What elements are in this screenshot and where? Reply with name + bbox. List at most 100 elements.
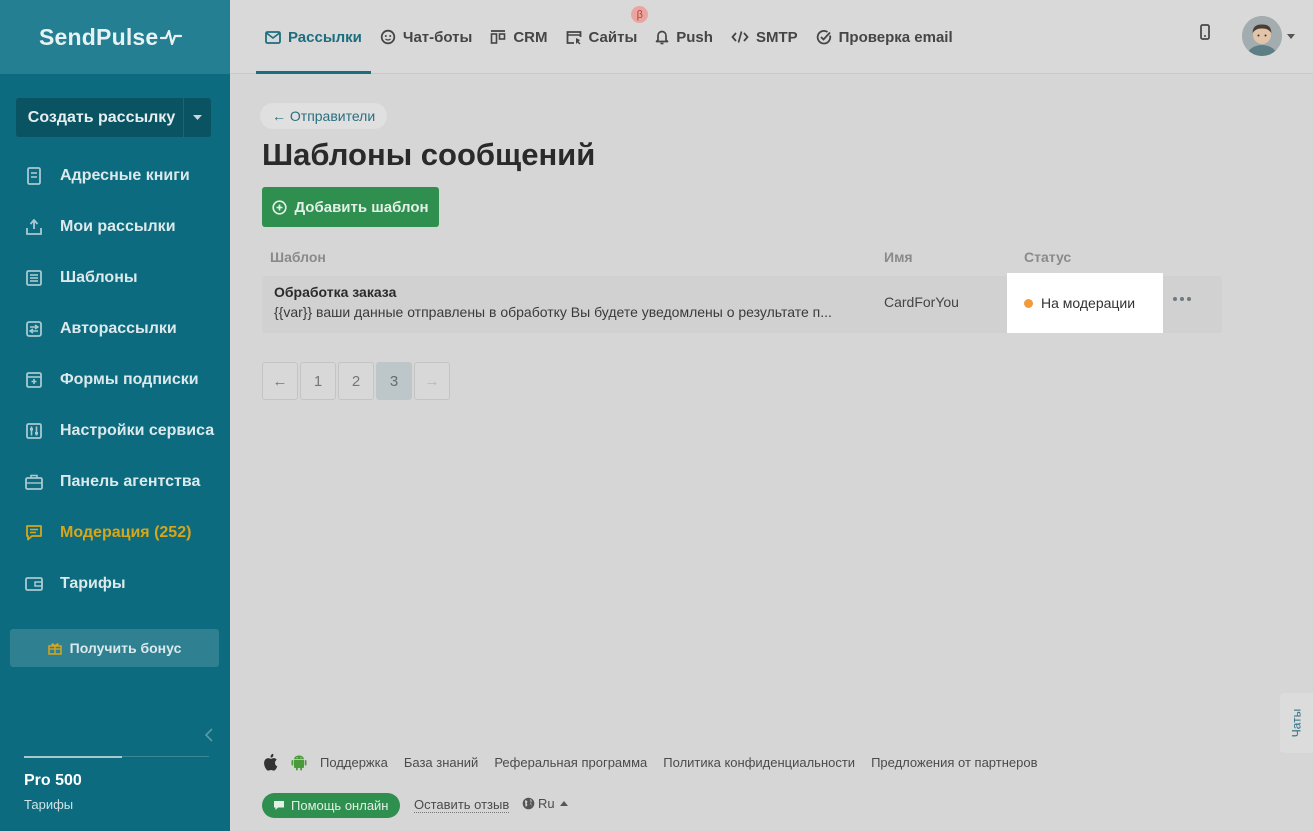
sendpulse-logo[interactable]: SendPulse — [39, 23, 183, 51]
collapse-sidebar-icon[interactable] — [204, 728, 213, 747]
leave-feedback-link[interactable]: Оставить отзыв — [414, 797, 510, 813]
tab-campaigns[interactable]: Рассылки — [256, 0, 371, 74]
tab-crm[interactable]: CRM — [481, 0, 556, 74]
account-menu-caret-icon[interactable] — [1287, 34, 1295, 39]
tab-chatbots[interactable]: Чат-боты — [371, 0, 481, 74]
sidebar-item-campaigns[interactable]: Мои рассылки — [0, 201, 230, 252]
product-tabs: Рассылки Чат-боты CRM Сайты β Push SMTP … — [256, 0, 962, 74]
template-sender-name: CardForYou — [884, 294, 959, 310]
sidebar-item-settings[interactable]: Настройки сервиса — [0, 405, 230, 456]
sidebar-item-label: Тарифы — [60, 574, 126, 592]
add-template-label: Добавить шаблон — [294, 198, 429, 216]
tab-label: Чат-боты — [402, 28, 473, 46]
pagination-prev-button[interactable]: ← — [262, 362, 298, 400]
create-campaign-button[interactable]: Создать рассылку — [16, 98, 211, 137]
get-bonus-button[interactable]: Получить бонус — [10, 629, 219, 667]
logo-area: SendPulse — [0, 0, 230, 74]
chevron-down-icon[interactable] — [183, 98, 211, 137]
chatbot-icon — [380, 29, 396, 45]
add-template-button[interactable]: Добавить шаблон — [262, 187, 439, 227]
sidebar-item-forms[interactable]: Формы подписки — [0, 354, 230, 405]
sidebar-item-address-books[interactable]: Адресные книги — [0, 150, 230, 201]
tab-sites[interactable]: Сайты β — [557, 0, 649, 74]
top-navigation-bar: Рассылки Чат-боты CRM Сайты β Push SMTP … — [230, 0, 1313, 74]
globe-icon — [522, 797, 535, 810]
sidebar-item-label: Настройки сервиса — [60, 421, 215, 439]
pulse-icon — [160, 29, 183, 46]
language-label: Ru — [538, 796, 555, 811]
user-avatar-icon — [1242, 16, 1282, 56]
pagination-next-button[interactable]: → — [414, 362, 450, 400]
pagination-page-1[interactable]: 1 — [300, 362, 336, 400]
chats-label: Чаты — [1289, 708, 1304, 738]
pagination-page-3[interactable]: 3 — [376, 362, 412, 400]
status-dot — [1024, 298, 1033, 308]
sidebar-item-label: Мои рассылки — [60, 217, 176, 235]
create-campaign-label: Создать рассылку — [27, 108, 176, 126]
check-circle-icon — [816, 30, 831, 45]
tab-email-verification[interactable]: Проверка email — [807, 0, 962, 74]
column-header-template: Шаблон — [270, 249, 326, 265]
footer-link-privacy[interactable]: Политика конфиденциальности — [663, 755, 855, 770]
template-title: Обработка заказа — [274, 284, 397, 300]
back-to-senders-link[interactable]: ← Отправители — [260, 103, 388, 129]
avatar[interactable] — [1242, 16, 1282, 56]
language-selector[interactable]: Ru — [522, 796, 568, 811]
sidebar-item-templates[interactable]: Шаблоны — [0, 252, 230, 303]
crm-icon — [491, 30, 506, 44]
footer-link-knowledge-base[interactable]: База знаний — [404, 755, 479, 770]
sidebar-item-label: Формы подписки — [60, 370, 199, 388]
sidebar-item-pricing[interactable]: Тарифы — [0, 558, 230, 609]
sidebar-item-automation[interactable]: Авторассылки — [0, 303, 230, 354]
settings-icon — [24, 421, 44, 441]
get-bonus-label: Получить бонус — [69, 640, 182, 656]
sidebar-item-agency[interactable]: Панель агентства — [0, 456, 230, 507]
tab-label: SMTP — [755, 28, 798, 46]
status-text: На модерации — [1041, 295, 1136, 311]
sidebar: SendPulse Создать рассылку Адресные книг… — [0, 0, 230, 831]
sidebar-item-label: Панель агентства — [60, 472, 201, 490]
agency-icon — [24, 472, 44, 492]
android-icon[interactable] — [290, 753, 308, 771]
plan-pricing-link[interactable]: Тарифы — [24, 797, 73, 812]
plan-usage-fill — [24, 756, 122, 758]
tab-label: Push — [676, 28, 713, 46]
bell-icon — [655, 30, 669, 45]
sidebar-item-moderation[interactable]: Модерация (252) — [0, 507, 230, 558]
sidebar-item-label: Шаблоны — [60, 268, 138, 286]
main-content: ← Отправители Шаблоны сообщений Добавить… — [230, 75, 1313, 831]
status-badge: На модерации — [1007, 273, 1163, 333]
pagination-page-2[interactable]: 2 — [338, 362, 374, 400]
sidebar-item-label: Адресные книги — [60, 166, 190, 184]
pagination: ← 1 2 3 → — [262, 362, 452, 400]
footer-links: Поддержка База знаний Реферальная програ… — [262, 753, 1053, 771]
help-online-button[interactable]: Помощь онлайн — [262, 793, 400, 818]
footer-link-referral[interactable]: Реферальная программа — [494, 755, 647, 770]
tab-label: Проверка email — [838, 28, 953, 46]
tab-label: Сайты — [588, 28, 638, 46]
mail-icon — [265, 30, 281, 44]
help-online-label: Помощь онлайн — [291, 798, 389, 813]
footer-link-partners[interactable]: Предложения от партнеров — [871, 755, 1037, 770]
mobile-icon[interactable] — [1200, 24, 1210, 45]
footer-link-support[interactable]: Поддержка — [320, 755, 388, 770]
wallet-icon — [24, 574, 44, 594]
tab-push[interactable]: Push — [646, 0, 722, 74]
plus-circle-icon — [272, 199, 288, 215]
address-book-icon — [24, 166, 44, 186]
gift-icon — [47, 643, 62, 655]
apple-icon[interactable] — [262, 753, 278, 771]
logo-text: SendPulse — [39, 23, 159, 50]
forms-icon — [24, 370, 44, 390]
chats-side-tab[interactable]: Чаты — [1280, 693, 1313, 753]
sidebar-nav: Адресные книги Мои рассылки Шаблоны Авто… — [0, 150, 230, 609]
column-header-name: Имя — [884, 249, 913, 265]
sites-icon — [566, 30, 581, 44]
automation-icon — [24, 319, 44, 339]
column-header-status: Статус — [1024, 249, 1072, 265]
caret-up-icon — [559, 801, 568, 806]
page-title: Шаблоны сообщений — [262, 137, 596, 172]
tab-smtp[interactable]: SMTP — [722, 0, 807, 74]
more-actions-icon[interactable] — [1173, 297, 1191, 301]
sidebar-item-label: Модерация (252) — [60, 523, 192, 541]
